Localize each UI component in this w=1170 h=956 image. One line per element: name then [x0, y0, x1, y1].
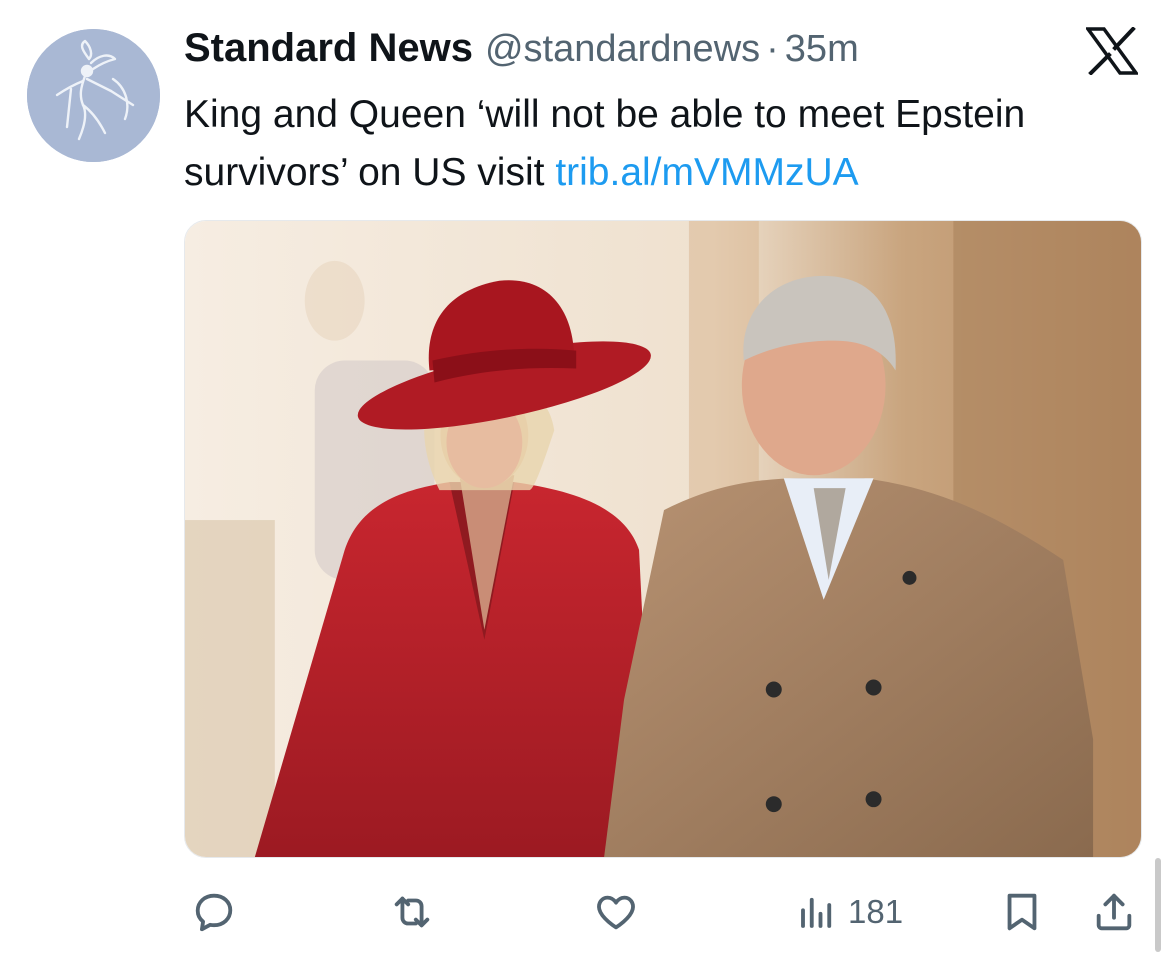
action-bar: 181 [0, 880, 1170, 944]
like-button[interactable] [588, 880, 644, 944]
views-button[interactable]: 181 [796, 880, 916, 944]
heart-icon [597, 895, 635, 930]
views-icon [801, 897, 832, 928]
share-icon [1096, 893, 1132, 931]
retweet-icon [394, 896, 430, 928]
photo-king-and-queen [185, 221, 1141, 857]
tweet-link[interactable]: trib.al/mVMMzUA [555, 151, 858, 194]
tweet-text: King and Queen ‘will not be able to meet… [184, 86, 1154, 202]
author-handle[interactable]: @standardnews [485, 28, 760, 71]
author-name[interactable]: Standard News [184, 26, 473, 71]
cupid-logo-icon [27, 29, 160, 162]
tweet-header: Standard News @standardnews · 35m [184, 26, 859, 74]
bookmark-button[interactable] [994, 880, 1050, 944]
tweet-time[interactable]: 35m [785, 28, 859, 71]
avatar[interactable] [27, 29, 160, 162]
share-button[interactable] [1086, 880, 1142, 944]
tweet-photo[interactable] [184, 220, 1142, 858]
views-count: 181 [848, 893, 904, 930]
bookmark-icon [1007, 893, 1037, 931]
separator-dot: · [766, 28, 779, 70]
x-logo-icon [1086, 27, 1138, 75]
retweet-button[interactable] [384, 880, 440, 944]
reply-icon [195, 893, 233, 932]
reply-button[interactable] [186, 880, 242, 944]
scrollbar[interactable] [1155, 858, 1161, 952]
